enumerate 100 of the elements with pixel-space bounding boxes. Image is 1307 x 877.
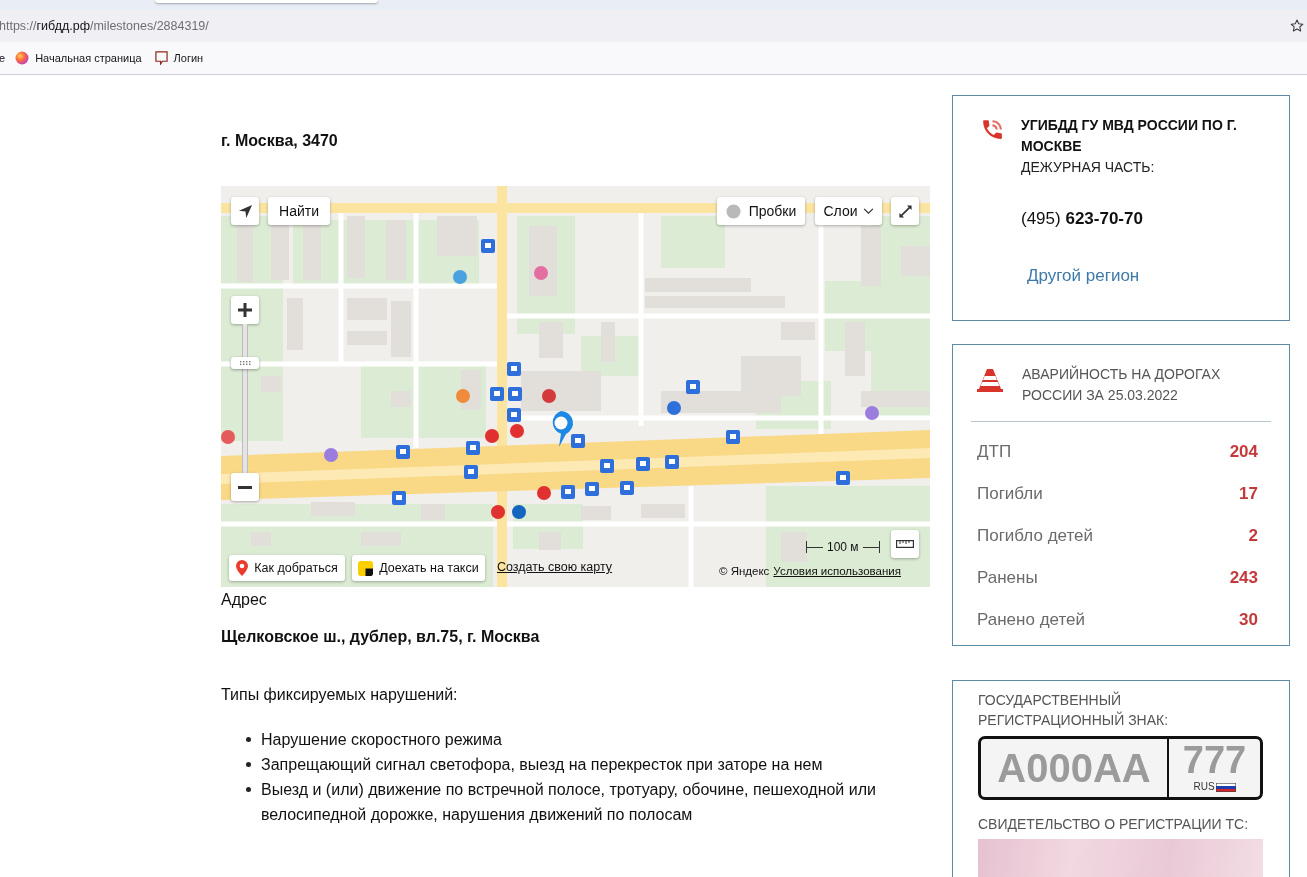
building	[437, 216, 477, 256]
search-button[interactable]: Найти	[268, 197, 330, 225]
bookmark-item[interactable]: Начальная страница	[15, 49, 142, 67]
bookmark-star-icon[interactable]	[1290, 19, 1304, 33]
expand-icon	[897, 203, 913, 219]
plate-country: RUS	[1193, 781, 1215, 793]
map-copyright: © Яндекс	[719, 564, 770, 578]
square-marker-icon[interactable]	[561, 485, 575, 499]
building	[347, 216, 365, 278]
traffic-cone-icon	[977, 368, 1003, 393]
list-item-text: Выезд и (или) движение по встречной полосе, тротуару, обочине, пешеходной или велосипедной дорожке, нарушения движений по полосам	[261, 780, 877, 825]
circle-marker-icon[interactable]	[865, 406, 879, 420]
stat-label: ДТП	[977, 441, 1012, 464]
building	[529, 226, 557, 296]
contact-title: УГИБДД ГУ МВД РОССИИ ПО Г. МОСКВЕ	[1021, 116, 1238, 156]
map-pin-icon	[236, 560, 249, 576]
circle-marker-icon[interactable]	[667, 401, 681, 415]
square-marker-icon[interactable]	[836, 471, 850, 485]
street-map[interactable]: Найти Пробки Слои Как добраться Доехать на такси Создать свою карту 100 м © Яндекс Условия использования	[221, 186, 930, 587]
plus-icon	[238, 303, 252, 317]
square-marker-icon[interactable]	[490, 387, 504, 401]
square-marker-icon[interactable]	[585, 482, 599, 496]
building	[581, 506, 611, 520]
square-marker-icon[interactable]	[600, 459, 614, 473]
browser-logo-icon	[15, 51, 30, 65]
building	[421, 504, 445, 520]
building	[861, 226, 881, 286]
grip-icon	[239, 360, 251, 365]
fullscreen-button[interactable]	[891, 197, 919, 225]
building	[539, 322, 563, 358]
square-marker-icon[interactable]	[466, 441, 480, 455]
square-marker-icon[interactable]	[726, 430, 740, 444]
create-map-link[interactable]: Создать свою карту	[497, 559, 612, 575]
circle-marker-icon[interactable]	[542, 389, 556, 403]
square-marker-icon[interactable]	[508, 387, 522, 401]
square-marker-icon[interactable]	[571, 434, 585, 448]
square-marker-icon[interactable]	[507, 362, 521, 376]
stat-label: Погибло детей	[977, 525, 1093, 548]
circle-marker-icon[interactable]	[510, 424, 524, 438]
square-marker-icon[interactable]	[392, 491, 406, 505]
square-marker-icon[interactable]	[665, 455, 679, 469]
taxi-button[interactable]: Доехать на такси	[352, 555, 485, 581]
chevron-down-icon	[862, 207, 874, 215]
circle-marker-icon[interactable]	[491, 505, 505, 519]
building	[861, 391, 930, 407]
minus-icon	[238, 485, 252, 489]
locate-button[interactable]	[231, 197, 259, 225]
bookmark-item[interactable]: е	[0, 49, 6, 67]
circle-marker-icon[interactable]	[537, 486, 551, 500]
layers-button[interactable]: Слои	[815, 197, 882, 225]
ruler-icon	[896, 540, 914, 548]
bullet-icon	[246, 787, 251, 792]
square-marker-icon[interactable]	[396, 445, 410, 459]
stat-value: 243	[1229, 567, 1258, 590]
address-url[interactable]: https://гибдд.рф/milestones/2884319/	[0, 16, 209, 36]
square-marker-icon[interactable]	[507, 408, 521, 422]
navigation-arrow-icon	[237, 203, 253, 219]
circle-marker-icon[interactable]	[324, 448, 338, 462]
plate-title: ГОСУДАРСТВЕННЫЙ РЕГИСТРАЦИОННЫЙ ЗНАК:	[978, 690, 1170, 730]
square-marker-icon[interactable]	[464, 465, 478, 479]
phone-number: (495) 623-70-70	[1021, 209, 1144, 229]
traffic-button[interactable]: Пробки	[717, 197, 805, 225]
speech-bubble-icon	[154, 51, 168, 65]
stat-value: 30	[1239, 609, 1258, 632]
bullet-icon	[246, 737, 251, 742]
square-marker-icon[interactable]	[620, 481, 634, 495]
map-scale: 100 м	[806, 541, 880, 553]
zoom-slider-handle[interactable]	[231, 356, 259, 369]
list-item-text: Нарушение скоростного режима	[261, 730, 503, 750]
building	[539, 532, 561, 550]
bookmark-item[interactable]: Логин	[154, 49, 204, 67]
region-link[interactable]: Другой регион	[1027, 266, 1140, 286]
stat-value: 17	[1239, 483, 1258, 506]
circle-marker-icon[interactable]	[512, 505, 526, 519]
flag-icon	[1215, 782, 1236, 792]
address-label: Адрес	[221, 590, 268, 610]
phone-icon	[980, 117, 1005, 142]
building	[311, 502, 355, 516]
square-logo-icon	[358, 560, 374, 576]
ruler-button[interactable]	[891, 530, 919, 558]
stat-label: Погибли	[977, 483, 1043, 506]
circle-marker-icon[interactable]	[534, 266, 548, 280]
stat-value: 204	[1229, 441, 1258, 464]
square-marker-icon[interactable]	[636, 457, 650, 471]
square-marker-icon[interactable]	[481, 239, 495, 253]
zoom-in-button[interactable]	[231, 296, 259, 324]
circle-icon	[725, 203, 741, 219]
square-marker-icon[interactable]	[686, 380, 700, 394]
page-title: г. Москва, 3470	[221, 131, 339, 151]
route-button[interactable]: Как добраться	[229, 555, 345, 581]
terms-link[interactable]: Условия использования	[773, 564, 901, 578]
building	[845, 322, 865, 376]
circle-marker-icon[interactable]	[456, 389, 470, 403]
plate-number: А000АА	[996, 745, 1152, 792]
contact-subtitle: ДЕЖУРНАЯ ЧАСТЬ:	[1021, 158, 1156, 177]
certificate-title: СВИДЕТЕЛЬСТВО О РЕГИСТРАЦИИ ТС:	[978, 815, 1250, 833]
park-area	[661, 216, 725, 268]
zoom-out-button[interactable]	[231, 473, 259, 501]
circle-marker-icon[interactable]	[485, 429, 499, 443]
circle-marker-icon[interactable]	[453, 270, 467, 284]
